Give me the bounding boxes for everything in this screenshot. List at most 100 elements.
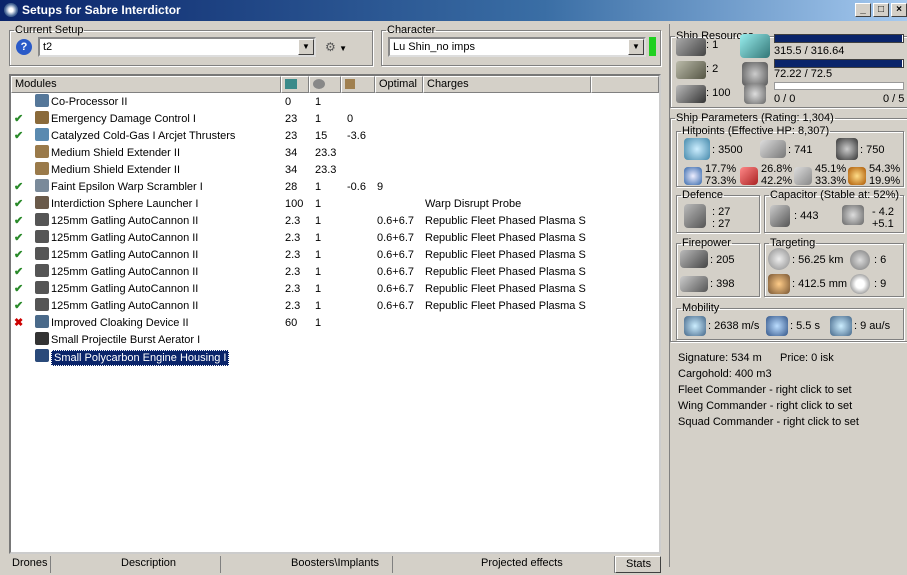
rig-icon (35, 349, 49, 362)
module-optimal: 0.6+6.7 (377, 283, 415, 295)
module-row[interactable]: ✔ Emergency Damage Control I 23 1 0 (11, 111, 659, 128)
module-optimal: 0.6+6.7 (377, 300, 415, 312)
active-check-icon: ✔ (14, 130, 24, 142)
max-targets-icon (850, 250, 870, 270)
character-select[interactable]: Lu Shin_no imps ▼ (388, 37, 646, 57)
module-c1: 2.3 (285, 283, 301, 295)
module-c1: 100 (285, 198, 304, 210)
setup-value: t2 (43, 41, 53, 53)
module-row[interactable]: ✔ 125mm Gatling AutoCannon II 2.3 1 0.6+6.7 R… (11, 247, 659, 264)
autocannon-icon (35, 213, 49, 226)
capacitor-recharge: +5.1 (872, 218, 894, 230)
thermal-resist-icon (740, 167, 758, 185)
module-c3: -3.6 (347, 130, 366, 142)
module-row[interactable]: ✔ Catalyzed Cold-Gas I Arcjet Thrusters 23… (11, 128, 659, 145)
module-row[interactable]: ✔ 125mm Gatling AutoCannon II 2.3 1 0.6+6.7 R… (11, 281, 659, 298)
turret-hardpoint-icon (676, 38, 706, 56)
capacitor-icon (345, 79, 355, 89)
help-icon[interactable]: ? (16, 39, 32, 55)
squad-commander-slot[interactable]: Squad Commander - right click to set (678, 416, 859, 428)
launcher-hardpoint-icon (676, 61, 706, 79)
calibration-bar (774, 82, 904, 90)
module-c2: 1 (315, 181, 322, 193)
kinetic-shield-resist: 45.1% (815, 163, 847, 175)
fleet-commander-slot[interactable]: Fleet Commander - right click to set (678, 384, 852, 396)
module-row[interactable]: Medium Shield Extender II 34 23.3 (11, 162, 659, 179)
active-check-icon: ✔ (14, 198, 24, 210)
module-row[interactable]: ✔ 125mm Gatling AutoCannon II 2.3 1 0.6+6.7 R… (11, 230, 659, 247)
col-cap[interactable] (341, 76, 375, 93)
character-value: Lu Shin_no imps (393, 41, 475, 53)
close-button[interactable]: × (891, 3, 907, 17)
module-c2: 1 (315, 232, 322, 244)
tab-stats[interactable]: Stats (615, 556, 661, 573)
powergrid-bar (774, 59, 904, 68)
module-row[interactable]: ✔ 125mm Gatling AutoCannon II 2.3 1 0.6+6.7 R… (11, 264, 659, 281)
autocannon-icon (35, 247, 49, 260)
speed-value: : 2638 m/s (708, 320, 760, 332)
shield-icon (684, 138, 710, 160)
module-charges: Republic Fleet Phased Plasma S (425, 283, 586, 295)
tab-boosters-implants[interactable]: Boosters\Implants (221, 556, 393, 573)
module-c1: 60 (285, 317, 298, 329)
module-name: Catalyzed Cold-Gas I Arcjet Thrusters (51, 130, 236, 142)
tools-dropdown-button[interactable]: ⚙ ▼ (325, 38, 361, 56)
wing-commander-slot[interactable]: Wing Commander - right click to set (678, 400, 852, 412)
module-c2: 1 (315, 266, 322, 278)
tab-drones[interactable]: Drones (9, 556, 51, 573)
mobility-label: Mobility (682, 302, 720, 314)
module-row[interactable]: Co-Processor II 0 1 (11, 94, 659, 111)
module-row[interactable]: ✔ 125mm Gatling AutoCannon II 2.3 1 0.6+6.7 R… (11, 298, 659, 315)
module-name: Emergency Damage Control I (51, 113, 196, 125)
module-name: Medium Shield Extender II (51, 164, 181, 176)
module-row[interactable]: ✖ Improved Cloaking Device II 60 1 (11, 315, 659, 332)
chevron-down-icon[interactable]: ▼ (298, 39, 314, 55)
module-c2: 1 (315, 215, 322, 227)
module-c2: 1 (315, 113, 322, 125)
shield-extender-icon (35, 145, 49, 158)
shield-hp: : 3500 (712, 144, 743, 156)
col-powergrid[interactable] (309, 76, 341, 93)
col-cpu[interactable] (281, 76, 309, 93)
chevron-down-icon[interactable]: ▼ (628, 39, 644, 55)
module-optimal: 0.6+6.7 (377, 249, 415, 261)
col-optimal[interactable]: Optimal (375, 76, 423, 93)
module-row[interactable]: ✔ Faint Epsilon Warp Scrambler I 28 1 -0.6 9 (11, 179, 659, 196)
module-optimal: 0.6+6.7 (377, 232, 415, 244)
col-modules[interactable]: Modules (11, 76, 281, 93)
module-charges: Republic Fleet Phased Plasma S (425, 232, 586, 244)
module-row[interactable]: Small Projectile Burst Aerator I (11, 332, 659, 349)
setup-select[interactable]: t2 ▼ (38, 37, 316, 57)
col-charges[interactable]: Charges (423, 76, 591, 93)
tab-description[interactable]: Description (51, 556, 221, 573)
modules-list[interactable]: Modules Optimal Charges Co-Processor II 0… (9, 74, 661, 554)
maximize-button[interactable]: □ (873, 3, 889, 17)
warp-scrambler-icon (35, 179, 49, 192)
module-name: Faint Epsilon Warp Scrambler I (51, 181, 203, 193)
module-row[interactable]: Small Polycarbon Engine Housing I (11, 349, 659, 366)
calibration-icon (744, 84, 766, 104)
rig-icon (35, 332, 49, 345)
module-row[interactable]: ✔ 125mm Gatling AutoCannon II 2.3 1 0.6+6.7 R… (11, 213, 659, 230)
ship-parameters-label: Ship Parameters (Rating: 1,304) (676, 112, 834, 124)
module-c2: 1 (315, 249, 322, 261)
active-check-icon: ✔ (14, 266, 24, 278)
launcher-icon (35, 196, 49, 209)
structure-hp: : 750 (860, 144, 885, 156)
armor-hp: : 741 (788, 144, 813, 156)
module-name: 125mm Gatling AutoCannon II (51, 215, 199, 227)
capacitor-icon (770, 205, 790, 227)
thermal-shield-resist: 26.8% (761, 163, 793, 175)
module-row[interactable]: Medium Shield Extender II 34 23.3 (11, 145, 659, 162)
module-name: Interdiction Sphere Launcher I (51, 198, 199, 210)
module-name: Improved Cloaking Device II (51, 317, 189, 329)
max-targets-value: : 6 (874, 254, 887, 266)
scan-resolution-icon (768, 274, 790, 294)
thruster-icon (35, 128, 49, 141)
tab-projected-effects[interactable]: Projected effects (393, 556, 615, 573)
minimize-button[interactable]: _ (855, 3, 871, 17)
title-bar: Setups for Sabre Interdictor _ □ × (0, 0, 907, 21)
module-name: Co-Processor II (51, 96, 128, 108)
speed-icon (684, 316, 706, 336)
module-row[interactable]: ✔ Interdiction Sphere Launcher I 100 1 Warp … (11, 196, 659, 213)
